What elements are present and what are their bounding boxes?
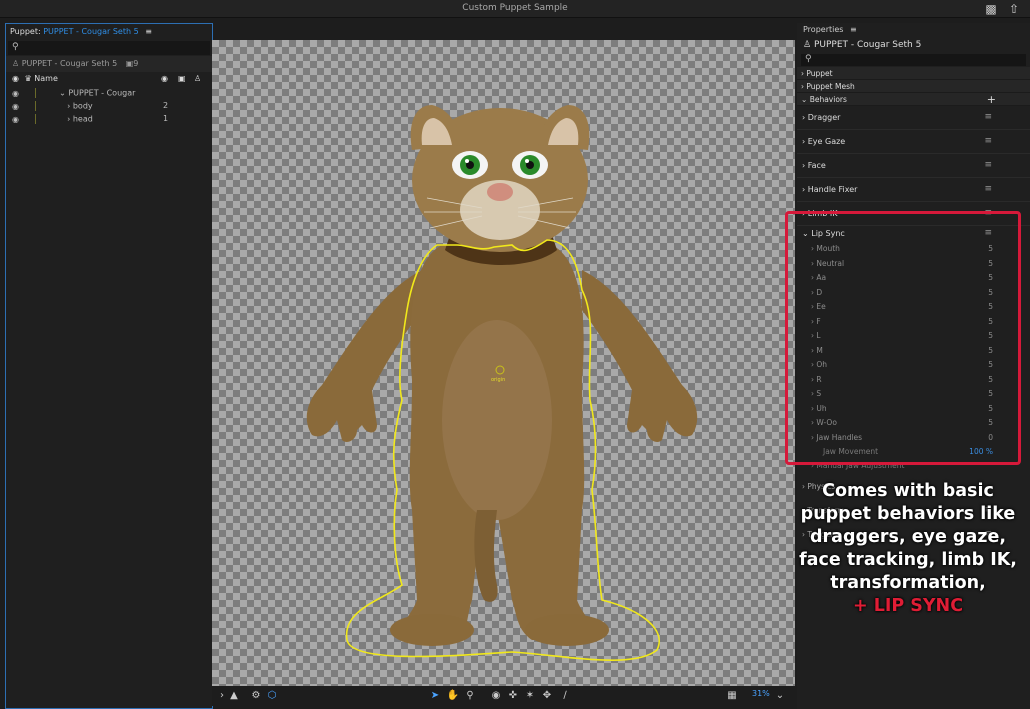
section-puppet[interactable]: › Puppet — [797, 67, 1030, 80]
transform-icon[interactable]: ✥ — [539, 688, 555, 704]
properties-header: Properties ≡ — [797, 23, 1030, 37]
caption-overlay: Comes with basic puppet behaviors like d… — [797, 480, 1019, 618]
zoom-level[interactable]: 31% — [752, 689, 770, 698]
properties-puppet-name: ♙ PUPPET - Cougar Seth 5 — [797, 37, 1030, 53]
chevron-right-icon[interactable]: › — [67, 115, 70, 124]
behavior-label: Eye Gaze — [807, 137, 846, 146]
caption-line: face tracking, limb IK, — [799, 550, 1017, 570]
chevron-right-icon: › — [801, 82, 804, 91]
menu-icon[interactable]: ≡ — [984, 160, 992, 170]
properties-search-input[interactable]: ⚲ — [801, 54, 1026, 66]
behavior-face[interactable]: › Face ≡ — [797, 154, 1030, 178]
section-label: Puppet Mesh — [806, 82, 855, 91]
tree-row-label: PUPPET - Cougar — [68, 88, 136, 98]
puppet-person-icon: ♙ — [803, 40, 812, 50]
handle-column-icon: ♙ — [194, 74, 202, 83]
caption-line: puppet behaviors like — [800, 504, 1016, 524]
puppet-row[interactable]: ♙ PUPPET - Cougar Seth 5 ▣9 — [6, 56, 212, 72]
section-behaviors[interactable]: ⌄ Behaviors + — [797, 93, 1030, 106]
chat-icon[interactable]: ▩ — [983, 1, 999, 17]
behavior-eye-gaze[interactable]: › Eye Gaze ≡ — [797, 130, 1030, 154]
pin-icon[interactable]: ✶ — [522, 688, 538, 704]
chevron-right-icon: › — [802, 185, 806, 194]
selection-arrow-icon[interactable]: ➤ — [427, 688, 443, 704]
search-icon: ⚲ — [805, 54, 812, 64]
share-icon[interactable]: ⇧ — [1006, 1, 1022, 17]
menu-icon[interactable]: ≡ — [984, 184, 992, 194]
behavior-handle-fixer[interactable]: › Handle Fixer ≡ — [797, 178, 1030, 202]
puppet-row-name: PUPPET - Cougar Seth 5 — [21, 59, 118, 68]
behavior-dragger[interactable]: › Dragger ≡ — [797, 106, 1030, 130]
tree-row-count: 2 — [163, 101, 169, 110]
section-label: Puppet — [806, 69, 833, 78]
section-label: Behaviors — [809, 95, 847, 104]
puppet-row-count: 9 — [133, 59, 139, 68]
eye-icon[interactable]: ◉ — [12, 74, 22, 83]
window-title: Custom Puppet Sample — [462, 3, 568, 13]
cougar-puppet-image — [306, 105, 698, 662]
chevron-right-icon: › — [802, 137, 806, 146]
search-icon: ⚲ — [12, 42, 19, 52]
puppet-panel: Puppet: PUPPET - Cougar Seth 5 ≡ ⚲ ♙ PUP… — [5, 23, 213, 709]
caption-line: Comes with basic — [822, 481, 994, 501]
chevron-right-icon: › — [802, 113, 806, 122]
caption-line: draggers, eye gaze, — [810, 527, 1006, 547]
gear-icon[interactable]: ⚙ — [248, 688, 264, 704]
crown-icon: ♛ — [24, 74, 32, 83]
zoom-icon[interactable]: ⚲ — [462, 688, 478, 704]
tree-header: ◉ ♛ Name ◉ ▣ ♙ — [6, 72, 212, 86]
chevron-down-icon[interactable]: ⌄ — [59, 89, 66, 98]
lip-sync-highlight-box — [785, 211, 1021, 465]
tree-row-count: 1 — [163, 114, 169, 123]
section-puppet-mesh[interactable]: › Puppet Mesh — [797, 80, 1030, 93]
panel-menu-icon[interactable]: ≡ — [850, 25, 857, 34]
puppet-name-label: PUPPET - Cougar Seth 5 — [813, 40, 922, 50]
dragger-icon[interactable]: ✜ — [505, 688, 521, 704]
tree-row-head[interactable]: ◉ › head 1 — [6, 112, 212, 125]
puppet-search-input[interactable]: ⚲ — [8, 41, 210, 55]
origin-column-icon: ◉ — [161, 74, 168, 83]
panel-menu-icon[interactable]: ≡ — [145, 27, 152, 36]
origin-label: origin — [491, 377, 506, 383]
title-bar: Custom Puppet Sample ▩ ⇧ — [0, 0, 1030, 18]
menu-icon[interactable]: ≡ — [984, 136, 992, 146]
hand-icon[interactable]: ✋ — [445, 688, 461, 704]
properties-title: Properties — [803, 25, 844, 34]
behavior-label: Dragger — [807, 113, 841, 122]
tree-row-label: head — [72, 114, 93, 124]
canvas-toolbar: › ▲ ⚙ ⬡ ➤ ✋ ⚲ ◉ ✜ ✶ ✥ ∕ ▦ 31% ⌄ — [212, 686, 795, 706]
puppet-person-icon: ♙ — [12, 59, 20, 68]
tree-row-label: body — [72, 101, 93, 111]
eye-icon[interactable]: ◉ — [12, 115, 22, 124]
tree-row-body[interactable]: ◉ › body 2 — [6, 99, 212, 112]
checkerboard-icon[interactable]: ▦ — [724, 688, 740, 704]
column-name-label: Name — [34, 74, 58, 83]
chevron-right-icon: › — [801, 69, 804, 78]
chevron-down-icon[interactable]: ⌄ — [772, 688, 788, 704]
tree-row-puppet-cougar[interactable]: ◉ ⌄ PUPPET - Cougar — [6, 86, 212, 99]
mesh-icon[interactable]: ⬡ — [264, 688, 280, 704]
origin-tool-icon[interactable]: ◉ — [488, 688, 504, 704]
independent-column-icon: ▣ — [178, 74, 186, 83]
puppet-panel-header: Puppet: PUPPET - Cougar Seth 5 ≡ — [6, 24, 212, 40]
stick-icon[interactable]: ∕ — [557, 688, 573, 704]
caption-line: transformation, — [830, 573, 986, 593]
behavior-label: Face — [807, 161, 826, 170]
caption-highlight: + LIP SYNC — [852, 596, 964, 616]
chevron-right-icon[interactable]: › — [67, 102, 70, 111]
puppet-panel-label: Puppet: — [10, 27, 41, 36]
eye-icon[interactable]: ◉ — [12, 89, 22, 98]
behavior-label: Handle Fixer — [807, 185, 858, 194]
add-behavior-icon[interactable]: + — [987, 93, 996, 106]
chevron-down-icon: ⌄ — [801, 95, 808, 104]
menu-icon[interactable]: ≡ — [984, 112, 992, 122]
chevron-right-icon: › — [802, 161, 806, 170]
puppet-panel-name[interactable]: PUPPET - Cougar Seth 5 — [43, 27, 138, 36]
eye-icon[interactable]: ◉ — [12, 102, 22, 111]
warning-icon[interactable]: ▲ — [226, 688, 242, 704]
puppet-canvas[interactable]: origin — [212, 40, 795, 686]
